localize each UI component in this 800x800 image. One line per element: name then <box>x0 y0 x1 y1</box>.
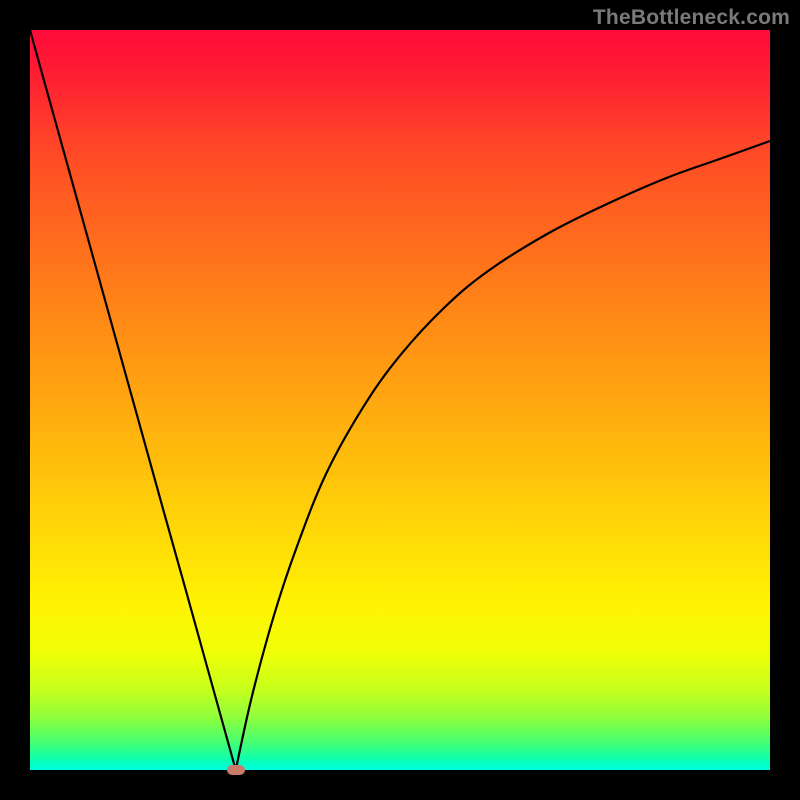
chart-frame: TheBottleneck.com <box>0 0 800 800</box>
left-branch-path <box>30 30 236 770</box>
curve-layer <box>30 30 770 770</box>
right-branch-path <box>236 141 770 770</box>
watermark-text: TheBottleneck.com <box>593 6 790 30</box>
plot-area <box>30 30 770 770</box>
minimum-marker <box>227 765 245 775</box>
